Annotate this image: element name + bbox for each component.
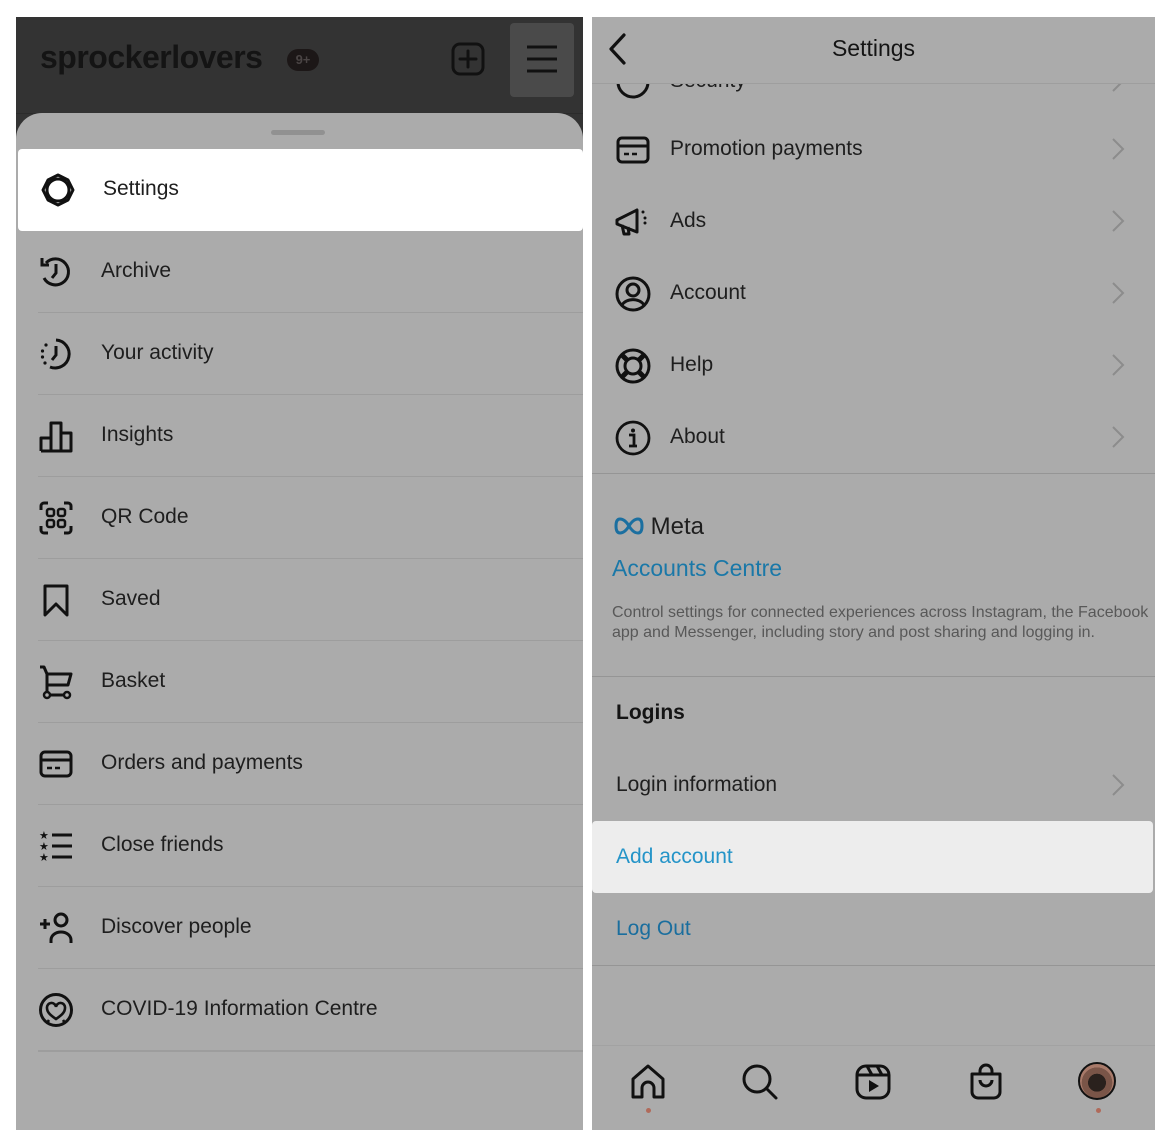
- profile-username[interactable]: sprockerlovers: [40, 39, 263, 76]
- settings-row-about[interactable]: About: [592, 401, 1155, 473]
- cart-icon: [38, 664, 74, 700]
- home-notification-dot: [646, 1108, 651, 1113]
- settings-row-promotion-payments[interactable]: Promotion payments: [592, 113, 1155, 185]
- settings-row-label: Promotion payments: [670, 137, 863, 160]
- archive-clock-icon: [38, 254, 74, 290]
- bottom-tab-bar: [592, 1045, 1155, 1130]
- settings-row-label: Ads: [670, 209, 707, 232]
- profile-top-bar: sprockerlovers 9+: [16, 17, 583, 114]
- menu-item-settings[interactable]: Settings: [18, 149, 583, 231]
- menu-item-insights[interactable]: Insights: [16, 395, 583, 477]
- shop-bag-icon: [970, 1063, 1002, 1100]
- qr-code-icon: [38, 500, 74, 536]
- settings-row-label: Help: [670, 353, 714, 376]
- menu-item-label: Insights: [101, 423, 174, 446]
- settings-screen: Settings Security Promotion payments Ads…: [592, 17, 1155, 1130]
- plus-square-icon[interactable]: [450, 41, 486, 77]
- chevron-right-icon: [1111, 137, 1125, 161]
- chevron-right-icon: [1111, 773, 1125, 797]
- menu-item-qr-code[interactable]: QR Code: [16, 477, 583, 559]
- notification-badge: 9+: [287, 49, 319, 71]
- lifebuoy-icon: [614, 347, 652, 385]
- meta-infinity-icon: [614, 517, 644, 535]
- menu-item-close-friends[interactable]: ★ ★ ★ Close friends: [16, 805, 583, 887]
- bookmark-icon: [38, 582, 74, 618]
- home-icon: [631, 1064, 665, 1099]
- star-list-icon: ★ ★ ★: [38, 828, 74, 864]
- settings-gear-icon: [40, 172, 76, 208]
- section-divider: [592, 965, 1155, 966]
- settings-row-label: Account: [670, 281, 746, 304]
- menu-item-covid-19-information-centre[interactable]: COVID-19 Information Centre: [16, 969, 583, 1051]
- info-icon: [614, 419, 652, 457]
- search-icon: [742, 1064, 778, 1100]
- accounts-centre-description: Control settings for connected experienc…: [612, 604, 1149, 641]
- menu-item-label: Settings: [103, 177, 179, 200]
- menu-item-label: QR Code: [101, 505, 189, 528]
- hamburger-menu-button[interactable]: [510, 23, 574, 97]
- card-icon: [614, 131, 652, 169]
- add-account-button[interactable]: Add account: [592, 821, 1153, 893]
- log-out-button[interactable]: Log Out: [616, 917, 691, 941]
- settings-row-help[interactable]: Help: [592, 329, 1155, 401]
- bottom-divider-holder: [16, 1051, 583, 1052]
- settings-header: Settings: [592, 17, 1155, 84]
- tab-home[interactable]: [628, 1062, 668, 1102]
- chevron-right-icon: [1111, 425, 1125, 449]
- page-title: Settings: [831, 35, 916, 61]
- login-information-row[interactable]: Login information: [592, 751, 1155, 821]
- menu-item-archive[interactable]: Archive: [16, 231, 583, 313]
- logins-section-heading: Logins: [616, 701, 685, 724]
- menu-item-label: COVID-19 Information Centre: [101, 997, 378, 1020]
- menu-item-label: Close friends: [101, 833, 224, 856]
- chevron-right-icon: [1111, 209, 1125, 233]
- meta-logo: Meta: [614, 513, 704, 541]
- add-person-icon: [38, 910, 74, 946]
- chevron-right-icon: [1111, 353, 1125, 377]
- menu-item-basket[interactable]: Basket: [16, 641, 583, 723]
- svg-text:★: ★: [39, 852, 49, 864]
- section-divider: [592, 676, 1155, 677]
- bar-chart-icon: [38, 418, 74, 454]
- section-divider: [592, 473, 1155, 474]
- settings-row-ads[interactable]: Ads: [592, 185, 1155, 257]
- sheet-drag-handle[interactable]: [271, 130, 325, 135]
- card-icon: [38, 746, 74, 782]
- menu-item-label: Saved: [101, 587, 161, 610]
- menu-item-discover-people[interactable]: Discover people: [16, 887, 583, 969]
- menu-item-your-activity[interactable]: Your activity: [16, 313, 583, 395]
- person-circle-icon: [614, 275, 652, 313]
- menu-item-label: Discover people: [101, 915, 252, 938]
- menu-item-orders-and-payments[interactable]: Orders and payments: [16, 723, 583, 805]
- tab-search[interactable]: [740, 1062, 780, 1102]
- tab-reels[interactable]: [853, 1062, 893, 1102]
- menu-item-label: Archive: [101, 259, 172, 282]
- hamburger-menu-icon: [527, 45, 557, 73]
- chevron-right-icon: [1111, 281, 1125, 305]
- menu-item-label: Basket: [101, 669, 166, 692]
- activity-clock-icon: [38, 336, 74, 372]
- heart-circle-icon: [38, 992, 74, 1028]
- megaphone-icon: [614, 203, 652, 241]
- menu-item-label: Your activity: [101, 341, 214, 364]
- menu-bottom-sheet: Settings Archive Your activity Insights: [16, 113, 583, 1130]
- menu-item-label: Orders and payments: [101, 751, 303, 774]
- settings-row-account[interactable]: Account: [592, 257, 1155, 329]
- menu-item-saved[interactable]: Saved: [16, 559, 583, 641]
- add-account-label: Add account: [616, 845, 733, 868]
- menu-screen: sprockerlovers 9+ Settings Archive Your …: [16, 17, 583, 1130]
- settings-row-label: About: [670, 425, 725, 448]
- meta-logo-text: Meta: [650, 513, 705, 540]
- accounts-centre-link[interactable]: Accounts Centre: [612, 555, 782, 582]
- divider: [38, 1051, 583, 1052]
- profile-avatar: [1078, 1062, 1116, 1100]
- tab-profile[interactable]: [1078, 1062, 1118, 1102]
- profile-notification-dot: [1096, 1108, 1101, 1113]
- login-information-label: Login information: [616, 773, 778, 796]
- tab-shop[interactable]: [966, 1062, 1006, 1102]
- reels-icon: [855, 1064, 891, 1100]
